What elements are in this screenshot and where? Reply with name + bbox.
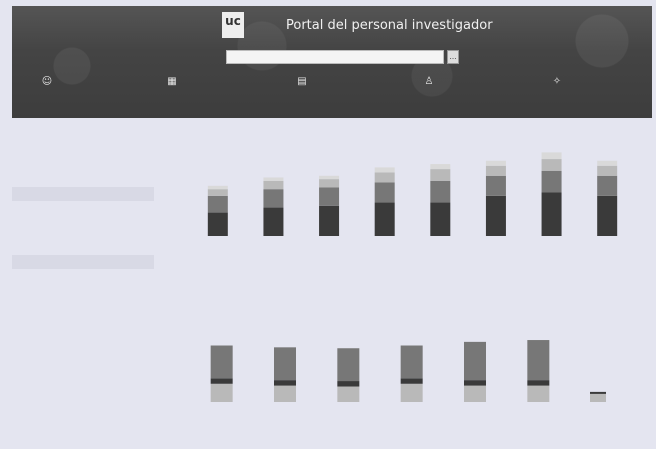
chart1-bar-segment[interactable] bbox=[430, 202, 451, 236]
stat-item[interactable]: ▦ bbox=[117, 76, 227, 98]
stats-bar: ☺ ▦ ▤ ♙ ✧ bbox=[12, 76, 652, 116]
sidebar bbox=[12, 126, 154, 291]
chart1-bar-segment[interactable] bbox=[485, 160, 506, 166]
chart1-bar-segment[interactable] bbox=[541, 152, 562, 160]
chart1-bar-segment[interactable] bbox=[263, 207, 284, 236]
header-banner: uc Portal del personal investigador … ☺ ▦… bbox=[12, 6, 652, 118]
uc-logo[interactable]: uc bbox=[222, 12, 244, 38]
sidebar-section-band bbox=[12, 255, 154, 269]
chart1-bar-segment[interactable] bbox=[541, 159, 562, 171]
sidebar-line[interactable] bbox=[12, 232, 154, 241]
award-icon: ✧ bbox=[552, 76, 562, 87]
chart2-bar-segment[interactable] bbox=[210, 378, 233, 384]
chart1-bar-segment[interactable] bbox=[597, 195, 618, 236]
sidebar-line[interactable] bbox=[12, 282, 154, 291]
chart1-bar-segment[interactable] bbox=[597, 165, 618, 176]
people-icon: ☺ bbox=[41, 76, 53, 87]
chart1-bar-segment[interactable] bbox=[430, 164, 451, 170]
chart1-bar-segment[interactable] bbox=[485, 175, 506, 196]
portal-title: Portal del personal investigador bbox=[286, 18, 493, 33]
document-icon: ▤ bbox=[297, 76, 307, 87]
sidebar-line[interactable] bbox=[12, 156, 154, 165]
chart2-bar-segment[interactable] bbox=[337, 348, 360, 382]
chart2-bar-segment[interactable] bbox=[464, 380, 486, 386]
chart1-bar-segment[interactable] bbox=[207, 195, 228, 213]
search-button[interactable]: … bbox=[447, 50, 459, 64]
chart1-bar-segment[interactable] bbox=[263, 180, 284, 190]
search-input[interactable] bbox=[226, 50, 444, 64]
sidebar-line[interactable] bbox=[12, 205, 154, 214]
chart1-bar-segment[interactable] bbox=[319, 205, 340, 236]
chart1-svg bbox=[207, 152, 618, 236]
chart1-bar-segment[interactable] bbox=[319, 179, 340, 188]
chart2-bar-segment[interactable] bbox=[400, 383, 423, 402]
chart2-bar-segment[interactable] bbox=[274, 380, 296, 386]
chart-research-output bbox=[170, 130, 640, 300]
sidebar-line[interactable] bbox=[12, 214, 154, 223]
sidebar-section-band bbox=[12, 187, 154, 201]
chart1-bar-segment[interactable] bbox=[430, 169, 451, 181]
chart1-bar-segment[interactable] bbox=[485, 195, 506, 236]
chart1-bar-segment[interactable] bbox=[374, 172, 395, 183]
stat-number bbox=[374, 88, 484, 98]
chart1-bar-segment[interactable] bbox=[430, 180, 451, 203]
chart1-bar-segment[interactable] bbox=[207, 185, 228, 190]
chart1-bar-segment[interactable] bbox=[597, 160, 618, 166]
stat-item[interactable]: ♙ bbox=[374, 76, 484, 98]
chart1-bar-segment[interactable] bbox=[485, 165, 506, 176]
logo-text: uc bbox=[225, 14, 241, 28]
building-icon: ▦ bbox=[167, 76, 177, 87]
chart2-extra-bar-cap bbox=[590, 391, 606, 394]
sidebar-line[interactable] bbox=[12, 223, 154, 232]
chart1-bar-segment[interactable] bbox=[263, 177, 284, 181]
stat-number bbox=[12, 88, 102, 98]
chart1-bar-segment[interactable] bbox=[541, 192, 562, 236]
chart2-bar-segment[interactable] bbox=[274, 385, 296, 402]
chart2-bar-segment[interactable] bbox=[464, 385, 486, 402]
chart1-bar-segment[interactable] bbox=[541, 170, 562, 193]
chart2-bar-segment[interactable] bbox=[527, 385, 550, 402]
sidebar-line[interactable] bbox=[12, 129, 154, 138]
stat-number bbox=[247, 88, 357, 98]
chart1-bar-segment[interactable] bbox=[207, 189, 228, 196]
stat-item[interactable]: ▤ bbox=[247, 76, 357, 98]
sidebar-line[interactable] bbox=[12, 165, 154, 174]
sidebar-line[interactable] bbox=[12, 138, 154, 147]
sidebar-line[interactable] bbox=[12, 273, 154, 282]
chart2-bar-segment[interactable] bbox=[337, 386, 360, 402]
chart2-bar-segment[interactable] bbox=[400, 345, 423, 379]
chart2-extra-bar[interactable] bbox=[590, 392, 606, 402]
chart2-svg bbox=[210, 340, 606, 402]
chart2-bar-segment[interactable] bbox=[210, 383, 233, 402]
chart2-bar-segment[interactable] bbox=[274, 347, 296, 381]
chart2-bar-segment[interactable] bbox=[400, 378, 423, 384]
stat-item[interactable]: ☺ bbox=[12, 76, 102, 98]
chart1-bar-segment[interactable] bbox=[374, 202, 395, 236]
stat-number bbox=[502, 88, 612, 98]
chart2-bar-segment[interactable] bbox=[337, 381, 360, 387]
chart2-bar-segment[interactable] bbox=[527, 380, 550, 386]
chart2-bar-segment[interactable] bbox=[527, 340, 550, 381]
sidebar-line[interactable] bbox=[12, 147, 154, 156]
chart2-bar-segment[interactable] bbox=[464, 341, 486, 381]
chart2-bar-segment[interactable] bbox=[210, 345, 233, 379]
chart1-bar-segment[interactable] bbox=[374, 167, 395, 173]
chart1-bar-segment[interactable] bbox=[374, 182, 395, 203]
chart1-bar-segment[interactable] bbox=[319, 187, 340, 206]
sidebar-line[interactable] bbox=[12, 174, 154, 183]
chart-research-staff bbox=[170, 300, 640, 445]
person-icon: ♙ bbox=[424, 76, 434, 87]
chart1-bar-segment[interactable] bbox=[207, 212, 228, 236]
stat-item[interactable]: ✧ bbox=[502, 76, 612, 98]
chart1-bar-segment[interactable] bbox=[319, 175, 340, 180]
chart1-bar-segment[interactable] bbox=[597, 175, 618, 196]
stat-number bbox=[117, 88, 227, 98]
chart1-bar-segment[interactable] bbox=[263, 189, 284, 208]
